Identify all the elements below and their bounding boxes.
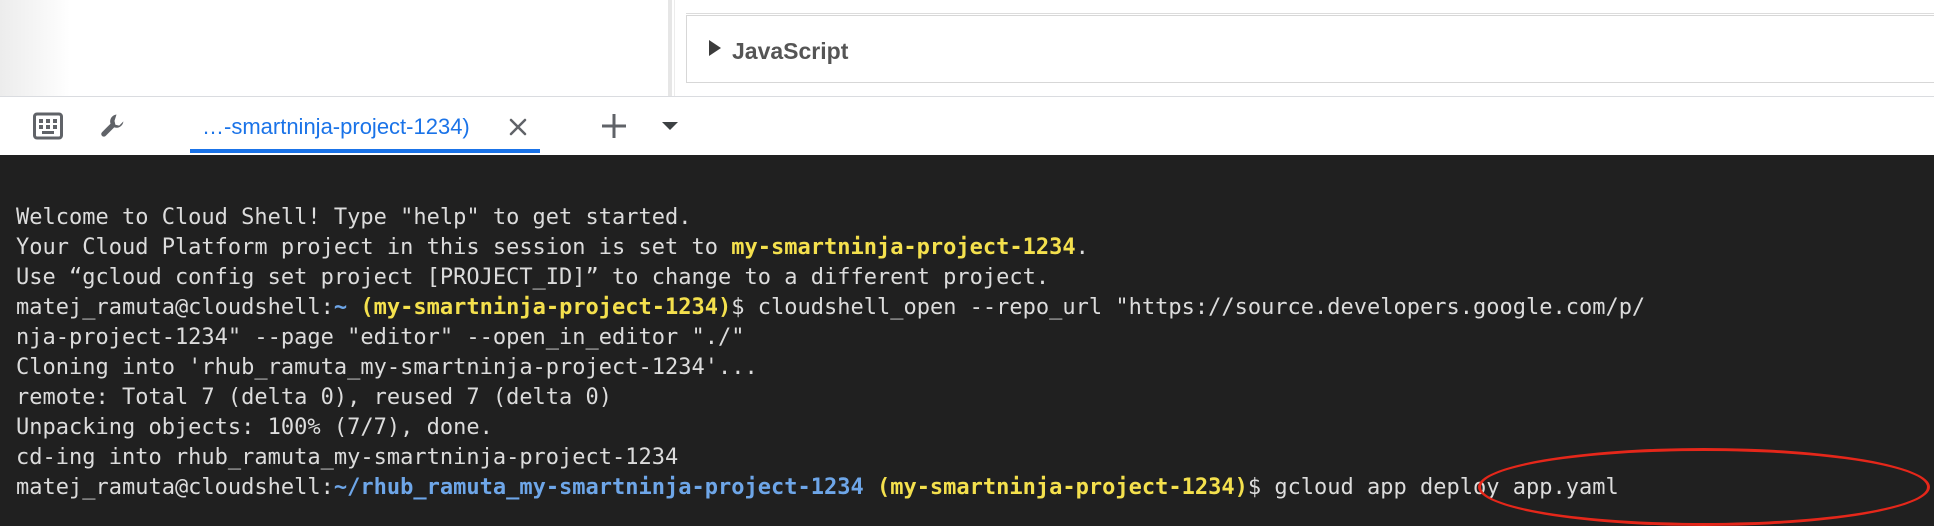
cloud-shell-tabbar: …-smartninja-project-1234) (0, 97, 1934, 155)
terminal-line: matej_ramuta@cloudshell:~ (my-smartninja… (16, 293, 1645, 323)
terminal-line: matej_ramuta@cloudshell:~/rhub_ramuta_my… (16, 473, 1645, 503)
editor-area: JavaScript (0, 0, 1934, 97)
divider (686, 13, 1934, 14)
terminal-line: Cloning into 'rhub_ramuta_my-smartninja-… (16, 353, 1645, 383)
tab-label[interactable]: …-smartninja-project-1234) (202, 114, 470, 140)
terminal-text: Welcome to Cloud Shell! Type "help" to g… (16, 205, 692, 230)
terminal-line: Welcome to Cloud Shell! Type "help" to g… (16, 203, 1645, 233)
terminal-line: Use “gcloud config set project [PROJECT_… (16, 263, 1645, 293)
new-tab-button[interactable] (592, 104, 636, 148)
pane-divider-line (674, 0, 675, 97)
settings-button[interactable] (92, 104, 136, 148)
terminal-text: matej_ramuta@cloudshell: (16, 475, 334, 500)
terminal-line: Unpacking objects: 100% (7/7), done. (16, 413, 1645, 443)
javascript-section[interactable]: JavaScript (686, 15, 1934, 83)
caret-right-icon[interactable] (709, 40, 721, 56)
keyboard-icon (33, 112, 63, 140)
plus-icon (602, 114, 626, 138)
tab-close-button[interactable] (508, 117, 528, 137)
terminal-text: . (1075, 235, 1089, 260)
file-tree-edge (0, 0, 70, 97)
tab-cloud-shell-session[interactable]: …-smartninja-project-1234) (190, 97, 540, 155)
terminal-text: Your Cloud Platform project in this sess… (16, 235, 732, 260)
terminal-line: cd-ing into rhub_ramuta_my-smartninja-pr… (16, 443, 1645, 473)
terminal-text: remote: Total 7 (delta 0), reused 7 (del… (16, 385, 613, 410)
pane-divider[interactable] (668, 0, 672, 97)
terminal-text: nja-project-1234" --page "editor" --open… (16, 325, 745, 350)
prompt-path: ~/rhub_ramuta_my-smartninja-project-1234 (333, 475, 864, 500)
terminal-text: Unpacking objects: 100% (7/7), done. (16, 415, 493, 440)
terminal-text: $ cloudshell_open --repo_url "https://so… (731, 295, 1646, 320)
tab-menu-button[interactable] (648, 104, 692, 148)
terminal-text: cd-ing into rhub_ramuta_my-smartninja-pr… (16, 445, 679, 470)
terminal-text: Cloning into 'rhub_ramuta_my-smartninja-… (16, 355, 758, 380)
wrench-icon (101, 114, 124, 137)
terminal-text: Use “gcloud config set project [PROJECT_… (16, 265, 1050, 290)
close-icon (509, 118, 527, 136)
prompt-project: my-smartninja-project-1234 (731, 235, 1076, 260)
prompt-project: (my-smartninja-project-1234) (360, 295, 732, 320)
terminal-output: Welcome to Cloud Shell! Type "help" to g… (16, 203, 1645, 503)
keyboard-button[interactable] (26, 104, 70, 148)
terminal-text: matej_ramuta@cloudshell: (16, 295, 334, 320)
terminal-text: $ gcloud app deploy app.yaml (1247, 475, 1619, 500)
javascript-section-title[interactable]: JavaScript (732, 38, 848, 65)
terminal-line: nja-project-1234" --page "editor" --open… (16, 323, 1645, 353)
prompt-path: ~ (333, 295, 348, 320)
terminal-line: remote: Total 7 (delta 0), reused 7 (del… (16, 383, 1645, 413)
terminal[interactable]: Welcome to Cloud Shell! Type "help" to g… (0, 155, 1934, 526)
terminal-line: Your Cloud Platform project in this sess… (16, 233, 1645, 263)
caret-down-icon (662, 122, 678, 130)
active-tab-indicator (190, 149, 540, 153)
prompt-project: (my-smartninja-project-1234) (876, 475, 1248, 500)
